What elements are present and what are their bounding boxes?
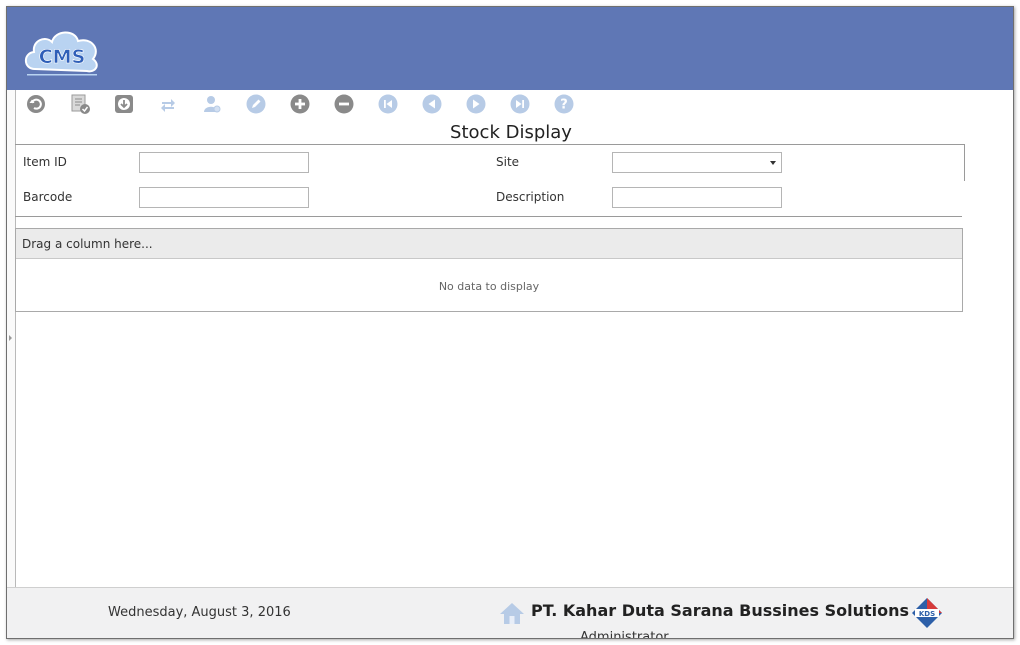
previous-record-button[interactable] (421, 93, 443, 115)
app-window: CMS ? Stock Display Item ID Site Barcode… (6, 6, 1014, 639)
undo-button[interactable] (25, 93, 47, 115)
app-header: CMS (7, 7, 1013, 90)
save-button[interactable] (113, 93, 135, 115)
company-name: PT. Kahar Duta Sarana Bussines Solutions (531, 601, 910, 620)
first-record-button[interactable] (377, 93, 399, 115)
dropdown-arrow-icon[interactable] (770, 161, 776, 165)
next-record-icon (466, 94, 486, 114)
undo-icon (27, 95, 45, 113)
cms-logo[interactable]: CMS (21, 21, 103, 79)
current-user: Administrator (580, 630, 669, 639)
expand-arrow-icon[interactable] (9, 335, 12, 341)
description-label: Description (496, 190, 565, 204)
help-button[interactable]: ? (553, 93, 575, 115)
user-settings-button[interactable] (201, 93, 223, 115)
remove-button[interactable] (333, 93, 355, 115)
site-label: Site (496, 155, 520, 169)
add-button[interactable] (289, 93, 311, 115)
download-icon (115, 95, 133, 113)
barcode-input[interactable] (139, 187, 309, 208)
first-record-icon (378, 94, 398, 114)
last-record-icon (510, 94, 530, 114)
refresh-button[interactable] (157, 93, 179, 115)
data-grid: Drag a column here... No data to display (15, 228, 963, 312)
item-id-label: Item ID (23, 155, 67, 169)
help-icon: ? (554, 94, 574, 114)
footer: Wednesday, August 3, 2016 PT. Kahar Duta… (7, 587, 1013, 639)
remove-icon (334, 94, 354, 114)
approve-document-button[interactable] (69, 93, 91, 115)
user-settings-icon (204, 96, 221, 113)
edit-button[interactable] (245, 93, 267, 115)
kds-logo-text: KDS (919, 610, 935, 618)
kds-logo: KDS (912, 598, 942, 628)
home-icon[interactable] (499, 601, 525, 625)
item-id-input[interactable] (139, 152, 309, 173)
document-check-icon (71, 94, 90, 114)
description-input[interactable] (612, 187, 782, 208)
logo-text: CMS (39, 46, 86, 68)
empty-message: No data to display (438, 280, 540, 293)
previous-record-icon (422, 94, 442, 114)
next-record-button[interactable] (465, 93, 487, 115)
refresh-icon (161, 99, 175, 112)
site-select[interactable] (612, 152, 782, 173)
svg-text:?: ? (560, 98, 568, 113)
barcode-label: Barcode (23, 190, 73, 204)
group-panel[interactable]: Drag a column here... (16, 229, 962, 259)
filter-panel: Item ID Site Barcode Description (15, 144, 966, 217)
last-record-button[interactable] (509, 93, 531, 115)
add-icon (290, 94, 310, 114)
current-date: Wednesday, August 3, 2016 (108, 605, 291, 620)
edit-icon (246, 94, 266, 114)
page-title: Stock Display (450, 122, 572, 143)
